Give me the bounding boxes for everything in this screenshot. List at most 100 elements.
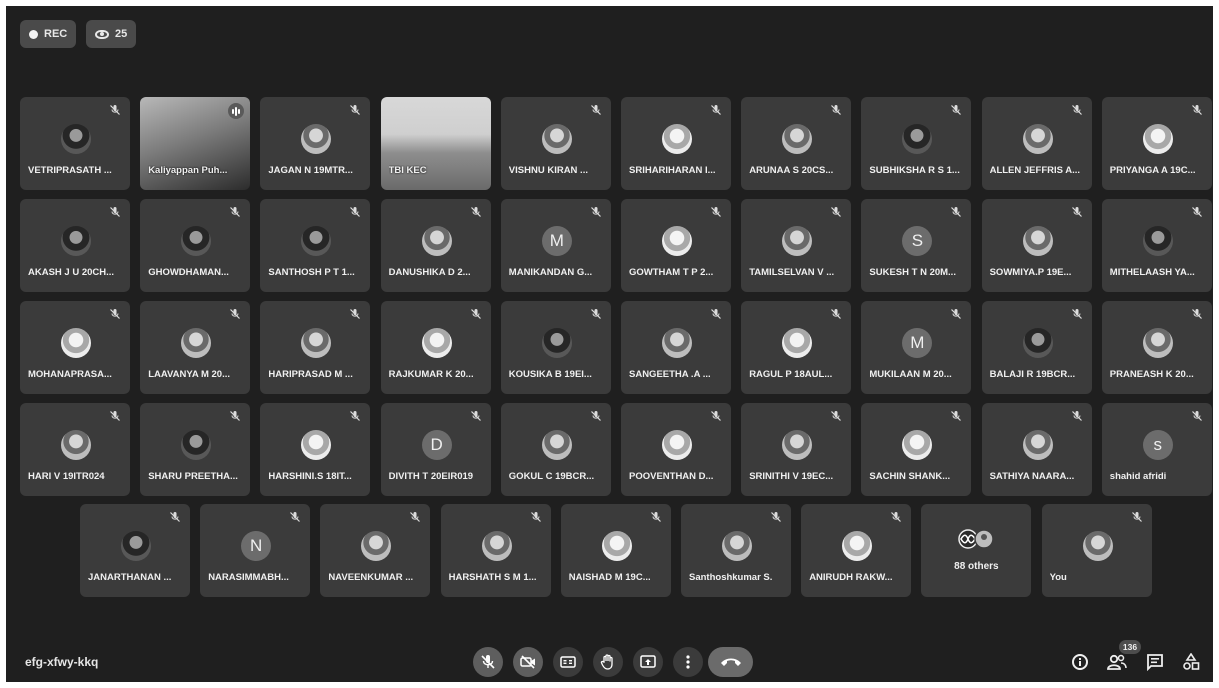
present-button[interactable] xyxy=(633,647,663,677)
participant-tile[interactable]: SRIHARIHARAN I... xyxy=(621,97,731,190)
participant-name: NAISHAD M 19C... xyxy=(568,572,651,583)
participant-tile[interactable]: SACHIN SHANK... xyxy=(861,403,972,496)
mic-muted-icon xyxy=(951,411,962,421)
participant-tile[interactable]: SRINITHI V 19EC... xyxy=(741,403,852,496)
avatar-initial: N xyxy=(241,531,272,561)
captions-button[interactable] xyxy=(553,647,583,677)
participant-tile[interactable]: N NARASIMMABH... xyxy=(200,504,311,597)
participant-name: shahid afridi xyxy=(1109,471,1167,482)
avatar xyxy=(1022,328,1053,358)
participant-tile[interactable]: GOWTHAM T P 2... xyxy=(621,199,731,292)
participant-tile[interactable]: HARIPRASAD M ... xyxy=(260,301,371,394)
avatar xyxy=(421,328,452,358)
participant-tile[interactable]: SANTHOSH P T 1... xyxy=(260,199,371,292)
avatar xyxy=(541,124,572,154)
participants-count-badge: 136 xyxy=(1119,640,1141,654)
participant-tile[interactable]: HARSHATH S M 1... xyxy=(440,504,551,597)
participant-tile[interactable]: JAGAN N 19MTR... xyxy=(260,97,371,190)
participant-tile[interactable]: SOWMIYA.P 19E... xyxy=(981,199,1092,292)
avatar xyxy=(1142,328,1173,358)
participant-tile[interactable]: M MANIKANDAN G... xyxy=(500,199,611,292)
mic-muted-icon xyxy=(590,411,601,421)
participant-tile[interactable]: s shahid afridi xyxy=(1101,403,1212,496)
avatar xyxy=(421,226,452,256)
recording-indicator: REC xyxy=(20,20,77,48)
participant-tile[interactable]: HARSHINI.S 18IT... xyxy=(260,403,371,496)
participant-tile[interactable]: PRANEASH K 20... xyxy=(1101,301,1212,394)
avatar xyxy=(601,531,632,561)
participant-video-tile[interactable]: Kaliyappan Puh... xyxy=(140,97,251,190)
viewer-count: 25 xyxy=(115,28,128,40)
rec-label: REC xyxy=(44,28,68,40)
participant-tile[interactable]: SANGEETHA .A ... xyxy=(621,301,731,394)
participant-tile[interactable]: MITHELAASH YA... xyxy=(1101,199,1212,292)
participant-tile[interactable]: BALAJI R 19BCR... xyxy=(981,301,1092,394)
participant-tile[interactable]: DANUSHIKA D 2... xyxy=(380,199,491,292)
participant-tile[interactable]: Santhoshkumar S. xyxy=(681,504,791,597)
mic-toggle-button[interactable] xyxy=(473,647,503,677)
participant-tile[interactable]: TAMILSELVAN V ... xyxy=(741,199,852,292)
camera-toggle-button[interactable] xyxy=(513,647,543,677)
participant-name: ARUNAA S 20CS... xyxy=(749,165,834,176)
participant-tile[interactable]: GHOWDHAMAN... xyxy=(140,199,251,292)
participant-tile[interactable]: VISHNU KIRAN ... xyxy=(500,97,611,190)
leave-call-button[interactable] xyxy=(708,647,753,677)
mic-muted-icon xyxy=(110,309,120,319)
participant-tile[interactable]: NAISHAD M 19C... xyxy=(560,504,671,597)
participant-video-tile[interactable]: TBI KEC xyxy=(380,97,491,190)
participant-tile[interactable]: SATHIYA NAARA... xyxy=(981,403,1092,496)
others-avatars-icon xyxy=(958,529,995,549)
viewer-count-indicator[interactable]: 25 xyxy=(86,20,137,48)
participant-tile[interactable]: POOVENTHAN D... xyxy=(621,403,731,496)
participant-tile[interactable]: SHARU PREETHA... xyxy=(140,403,251,496)
avatar xyxy=(782,124,813,154)
participant-tile[interactable]: S SUKESH T N 20M... xyxy=(861,199,972,292)
participant-tile[interactable]: ANIRUDH RAKW... xyxy=(801,504,912,597)
participant-name: GHOWDHAMAN... xyxy=(148,267,229,278)
participant-tile[interactable]: PRIYANGA A 19C... xyxy=(1101,97,1212,190)
raise-hand-button[interactable] xyxy=(593,647,623,677)
participant-tile[interactable]: RAGUL P 18AUL... xyxy=(741,301,852,394)
participant-name: BALAJI R 19BCR... xyxy=(989,369,1076,380)
participant-tile[interactable]: LAAVANYA M 20... xyxy=(140,301,251,394)
self-tile[interactable]: You xyxy=(1041,504,1152,597)
participant-tile[interactable]: VETRIPRASATH ... xyxy=(20,97,130,190)
participant-tile[interactable]: D DIVITH T 20EIR019 xyxy=(380,403,491,496)
participant-tile[interactable]: MOHANAPRASA... xyxy=(20,301,130,394)
participant-name: VISHNU KIRAN ... xyxy=(508,165,588,176)
participant-name: MOHANAPRASA... xyxy=(28,369,112,380)
avatar xyxy=(782,328,813,358)
participant-name: MANIKANDAN G... xyxy=(508,267,593,278)
mic-muted-icon xyxy=(290,512,301,522)
people-button[interactable] xyxy=(1107,652,1127,672)
mic-muted-icon xyxy=(230,207,241,217)
participant-tile[interactable]: NAVEENKUMAR ... xyxy=(320,504,431,597)
participant-tile[interactable]: M MUKILAAN M 20... xyxy=(861,301,972,394)
participant-name: NARASIMMABH... xyxy=(208,572,289,583)
participant-tile[interactable]: HARI V 19ITR024 xyxy=(20,403,130,496)
participant-tile[interactable]: SUBHIKSHA R S 1... xyxy=(861,97,972,190)
more-options-button[interactable] xyxy=(673,647,703,677)
activities-button[interactable] xyxy=(1181,652,1201,672)
meeting-details-button[interactable] xyxy=(1070,652,1090,672)
mic-muted-icon xyxy=(170,512,180,522)
participant-tile[interactable]: ARUNAA S 20CS... xyxy=(741,97,852,190)
activities-icon xyxy=(1183,653,1200,670)
avatar xyxy=(902,430,933,460)
participant-tile[interactable]: KOUSIKA B 19EI... xyxy=(500,301,611,394)
participant-tile[interactable]: GOKUL C 19BCR... xyxy=(500,403,611,496)
participant-tile[interactable]: JANARTHANAN ... xyxy=(80,504,190,597)
phone-hangup-icon xyxy=(720,658,741,666)
participant-name: You xyxy=(1049,572,1067,583)
participant-tile[interactable]: ALLEN JEFFRIS A... xyxy=(981,97,1092,190)
avatar xyxy=(902,124,933,154)
participant-name: KOUSIKA B 19EI... xyxy=(508,369,592,380)
chat-button[interactable] xyxy=(1145,652,1165,672)
others-tile[interactable]: 88 others xyxy=(921,504,1032,597)
participant-tile[interactable]: RAJKUMAR K 20... xyxy=(380,301,491,394)
avatar-initial: s xyxy=(1142,430,1173,460)
participant-name: SUBHIKSHA R S 1... xyxy=(869,165,960,176)
participant-name: VETRIPRASATH ... xyxy=(28,165,112,176)
avatar xyxy=(481,531,512,561)
participant-tile[interactable]: AKASH J U 20CH... xyxy=(20,199,130,292)
